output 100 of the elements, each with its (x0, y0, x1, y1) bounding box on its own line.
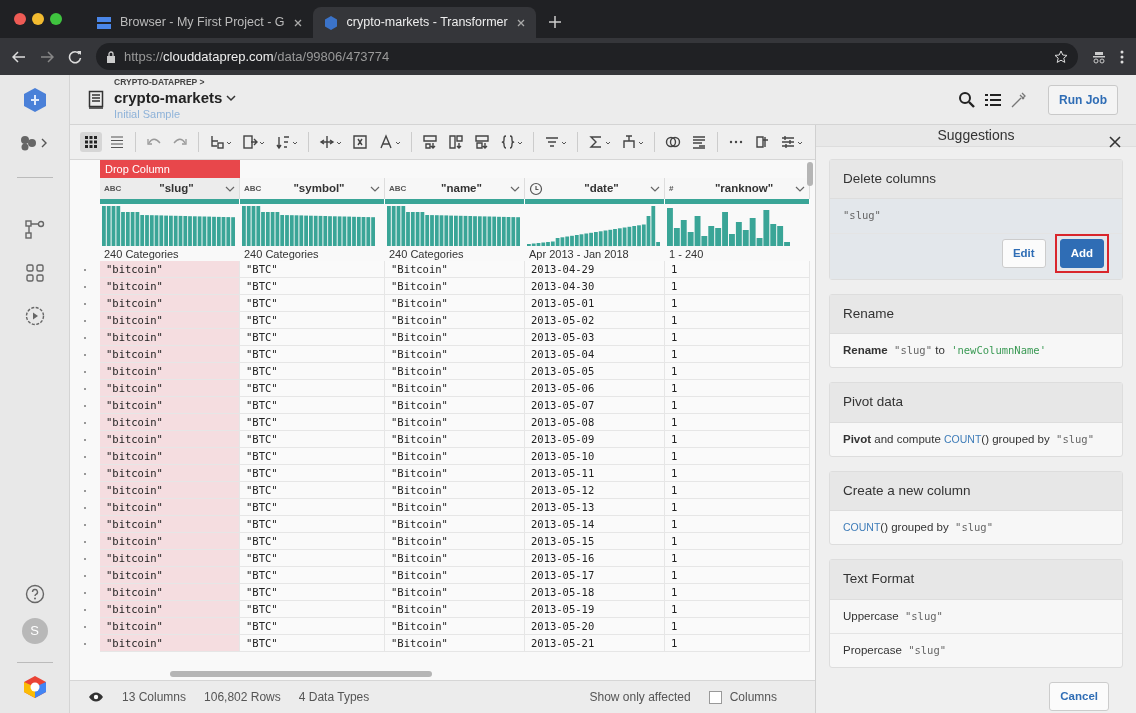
table-cell: "bitcoin" (100, 414, 240, 431)
browser-tab[interactable]: crypto-markets - Transformer (312, 7, 536, 38)
flow-icon[interactable] (24, 220, 45, 240)
table-cell: "bitcoin" (100, 601, 240, 618)
caret-icon (510, 184, 520, 193)
play-circle-icon[interactable] (24, 306, 45, 326)
dataset-title[interactable]: crypto-markets (114, 89, 223, 107)
incognito-icon[interactable] (1092, 49, 1106, 64)
table-cell: "bitcoin" (100, 448, 240, 465)
hexagon-icon (322, 14, 339, 31)
logo-icon[interactable] (21, 87, 48, 113)
edit-button[interactable]: Edit (1001, 238, 1046, 268)
table-cell: "BTC" (240, 329, 385, 346)
more-icon[interactable] (1120, 49, 1124, 64)
table-cell: 2013-05-21 (525, 635, 665, 652)
suggestion-text[interactable]: COUNT() grouped by "slug" (843, 521, 993, 533)
table-cell: "Bitcoin" (385, 618, 525, 635)
table-cell: "Bitcoin" (385, 584, 525, 601)
extract-rows-icon (474, 134, 490, 150)
eyedropper-icon[interactable] (1010, 90, 1026, 109)
eye-icon[interactable] (88, 691, 104, 703)
card-title: Text Format (843, 571, 915, 587)
address-bar[interactable]: https://clouddataprep.com/data/99806/473774 (96, 43, 1078, 70)
back-icon[interactable] (12, 49, 26, 64)
add-button[interactable]: Add (1059, 238, 1104, 268)
minimize-window-button[interactable] (32, 13, 44, 25)
checkbox[interactable] (708, 690, 722, 704)
run-job-button[interactable]: Run Job (1048, 84, 1118, 115)
table-cell: 2013-05-08 (525, 414, 665, 431)
close-button[interactable] (1108, 135, 1122, 149)
extract-icon (422, 134, 438, 150)
suggestion-text[interactable]: Pivot and compute COUNT() grouped by "slug" (843, 432, 1095, 445)
table-cell: 2013-05-07 (525, 397, 665, 414)
table-cell: "BTC" (240, 482, 385, 499)
suggestion-text[interactable]: Uppercase "slug" (843, 609, 943, 622)
list-view-icon (109, 134, 125, 150)
list-icon[interactable] (984, 91, 1002, 108)
column-summary: 240 Categories (388, 247, 465, 261)
table-cell: "bitcoin" (100, 363, 240, 380)
table-cell: "bitcoin" (100, 499, 240, 516)
column-summary: 240 Categories (103, 247, 180, 261)
suggestion-card[interactable]: Pivot data Pivot and compute COUNT() grouped by "slug" (829, 382, 1123, 457)
nest-icon (352, 134, 368, 150)
drop-column-label[interactable]: Drop Column (100, 160, 240, 178)
grid-icon[interactable] (25, 264, 44, 282)
forward-icon[interactable] (40, 49, 54, 64)
suggestion-card[interactable]: Rename Rename "slug" to 'newColumnName' (829, 293, 1123, 369)
table-cell: 1 (665, 465, 810, 482)
new-tab-icon[interactable] (547, 15, 562, 29)
table-cell: "BTC" (240, 397, 385, 414)
grid-view-button[interactable] (80, 132, 102, 152)
table-cell: "BTC" (240, 635, 385, 652)
suggestion-text[interactable]: Rename "slug" to 'newColumnName' (843, 344, 1046, 356)
browser-tab[interactable]: Browser - My First Project - G (86, 7, 313, 38)
table-cell: 1 (665, 397, 810, 414)
close-icon[interactable] (292, 17, 303, 28)
search-icon[interactable] (958, 90, 976, 109)
table-cell: "Bitcoin" (385, 295, 525, 312)
table-cell: "BTC" (240, 584, 385, 601)
suggestion-card[interactable]: Text Format Uppercase "slug" Propercase "slug" (829, 559, 1123, 668)
table-cell: 2013-05-12 (525, 482, 665, 499)
table-cell: 1 (665, 601, 810, 618)
suggestion-text[interactable]: "slug" (843, 209, 881, 222)
caret-icon[interactable] (226, 93, 237, 102)
document-icon (88, 90, 104, 111)
table-cell: 2013-05-13 (525, 499, 665, 516)
filter-label: Show only affected (589, 689, 691, 706)
maximize-window-button[interactable] (50, 13, 62, 25)
type-label: ABC (389, 182, 408, 195)
table-cell: 2013-05-06 (525, 380, 665, 397)
suggestion-card[interactable]: Create a new column COUNT() grouped by "slug" (829, 470, 1123, 546)
scrollbar[interactable] (170, 671, 432, 677)
suggestion-text[interactable]: Propercase "slug" (843, 643, 947, 656)
table-cell: 1 (665, 380, 810, 397)
cancel-button[interactable]: Cancel (1049, 682, 1109, 712)
breadcrumb-link[interactable]: CRYPTO-DATAPREP > (114, 76, 237, 90)
formula-icon (754, 134, 770, 150)
table-cell: "Bitcoin" (385, 499, 525, 516)
table-cell: "bitcoin" (100, 465, 240, 482)
reload-icon[interactable] (68, 49, 82, 64)
table-cell: "Bitcoin" (385, 635, 525, 652)
join-icon (665, 134, 681, 150)
close-icon[interactable] (515, 17, 526, 28)
filter-option: Columns (729, 688, 777, 706)
scrollbar[interactable] (807, 162, 813, 186)
table-cell: 1 (665, 550, 810, 567)
table-cell: 1 (665, 295, 810, 312)
table-cell: "bitcoin" (100, 278, 240, 295)
cloud-logo-icon[interactable] (21, 675, 48, 699)
help-icon[interactable] (24, 584, 45, 604)
column-header[interactable]: ABC "slug" (100, 178, 240, 199)
table-cell: "Bitcoin" (385, 448, 525, 465)
star-icon[interactable] (1054, 49, 1068, 64)
table-cell: 2013-05-20 (525, 618, 665, 635)
table-cell: "Bitcoin" (385, 414, 525, 431)
close-window-button[interactable] (14, 13, 26, 25)
table-cell: 2013-05-10 (525, 448, 665, 465)
caret-icon (795, 184, 805, 193)
suggestion-card[interactable]: Delete columns "slug" Edit Add (829, 159, 1123, 280)
hierarchy-icon (621, 134, 637, 150)
